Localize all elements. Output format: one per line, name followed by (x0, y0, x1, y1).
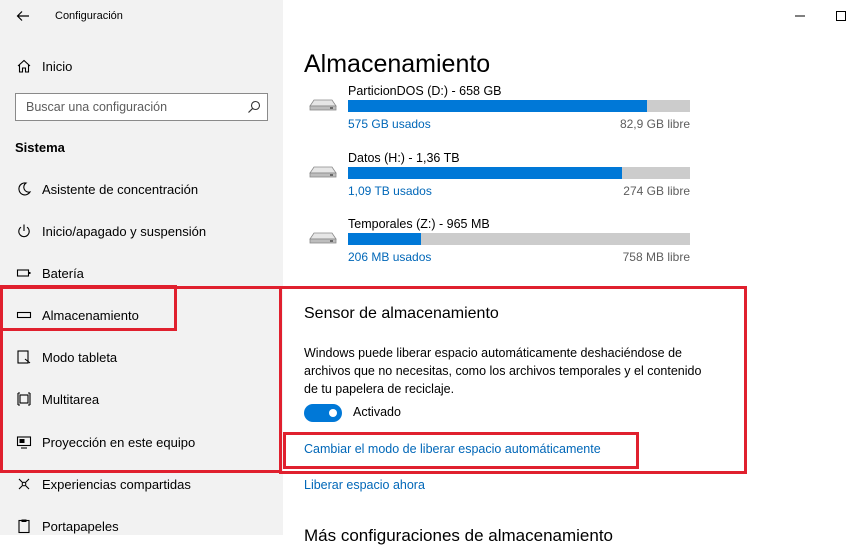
storage-sense-description: Windows puede liberar espacio automática… (304, 346, 702, 396)
sidebar-item-label: Inicio (42, 58, 73, 74)
usage-bar-fill (348, 100, 647, 112)
usage-bar (348, 167, 690, 179)
drive-name: Datos (H:) - 1,36 TB (348, 151, 460, 165)
moon-icon (15, 180, 33, 198)
sidebar-item-label: Batería (42, 265, 84, 281)
drive-free: 758 MB libre (622, 250, 690, 264)
search-icon[interactable] (247, 100, 261, 114)
drive-used: 1,09 TB usados (348, 184, 432, 198)
sidebar-item-label: Portapapeles (42, 518, 119, 534)
more-storage-settings-heading: Más configuraciones de almacenamiento (304, 526, 614, 545)
tablet-icon (15, 348, 33, 366)
sidebar-item-home[interactable]: Inicio (0, 48, 283, 84)
usage-bar-fill (348, 233, 421, 245)
maximize-button[interactable] (830, 6, 852, 26)
search-field[interactable] (15, 93, 268, 121)
sidebar-item-multitasking[interactable]: Multitarea (0, 381, 283, 417)
maximize-icon (836, 11, 846, 21)
search-input[interactable] (16, 94, 246, 120)
hard-drive-icon (309, 99, 337, 111)
usage-bar (348, 233, 690, 245)
sidebar-item-battery[interactable]: Batería (0, 255, 283, 291)
hard-drive-icon (309, 232, 337, 244)
battery-icon (15, 264, 33, 282)
minimize-icon (795, 15, 805, 17)
free-space-now-link[interactable]: Liberar espacio ahora (304, 478, 425, 492)
sidebar-item-tablet-mode[interactable]: Modo tableta (0, 339, 283, 375)
multitask-icon (15, 390, 33, 408)
section-heading: Sistema (15, 140, 65, 155)
sidebar-item-storage[interactable]: Almacenamiento (0, 297, 283, 333)
projection-icon (15, 433, 33, 451)
drive-item[interactable]: Datos (H:) - 1,36 TB 1,09 TB usados 274 … (304, 151, 694, 211)
drive-used: 206 MB usados (348, 250, 432, 264)
change-cleanup-link[interactable]: Cambiar el modo de liberar espacio autom… (304, 442, 601, 456)
clipboard-icon (15, 517, 33, 535)
sidebar-item-power[interactable]: Inicio/apagado y suspensión (0, 213, 283, 249)
sidebar-item-projection[interactable]: Proyección en este equipo (0, 424, 283, 460)
sidebar-item-shared-experiences[interactable]: Experiencias compartidas (0, 466, 283, 502)
drive-free: 274 GB libre (623, 184, 690, 198)
drive-item[interactable]: Temporales (Z:) - 965 MB 206 MB usados 7… (304, 217, 694, 277)
sidebar-item-label: Inicio/apagado y suspensión (42, 223, 207, 239)
storage-sense-heading: Sensor de almacenamiento (304, 305, 499, 322)
sidebar-item-label: Proyección en este equipo (42, 434, 196, 450)
drive-name: ParticionDOS (D:) - 658 GB (348, 84, 502, 98)
shared-icon (15, 475, 33, 493)
storage-icon (15, 306, 33, 324)
power-icon (15, 222, 33, 240)
page-title: Almacenamiento (304, 50, 491, 78)
toggle-knob (329, 409, 337, 417)
home-icon (15, 57, 33, 75)
sidebar-item-focus-assist[interactable]: Asistente de concentración (0, 171, 283, 207)
drive-name: Temporales (Z:) - 965 MB (348, 217, 490, 231)
toggle-state-label: Activado (353, 405, 401, 419)
usage-bar-fill (348, 167, 622, 179)
sidebar-item-label: Asistente de concentración (42, 181, 199, 197)
minimize-button[interactable] (789, 6, 811, 26)
usage-bar (348, 100, 690, 112)
drive-free: 82,9 GB libre (619, 117, 690, 131)
back-arrow-icon (16, 11, 29, 21)
sidebar-item-clipboard[interactable]: Portapapeles (0, 508, 283, 544)
drive-used: 575 GB usados (348, 117, 431, 131)
window-title: Configuración (55, 10, 123, 22)
sidebar-item-label: Experiencias compartidas (42, 476, 191, 492)
back-button[interactable] (12, 7, 34, 25)
sidebar-item-label: Multitarea (42, 391, 100, 407)
sidebar-item-label: Modo tableta (42, 349, 118, 365)
sidebar: Configuración Inicio Sistema Asistente d… (0, 0, 283, 535)
storage-sense-toggle[interactable] (304, 404, 342, 422)
drive-item[interactable]: ParticionDOS (D:) - 658 GB 575 GB usados… (304, 84, 694, 144)
hard-drive-icon (309, 166, 337, 178)
sidebar-item-label: Almacenamiento (42, 307, 139, 323)
